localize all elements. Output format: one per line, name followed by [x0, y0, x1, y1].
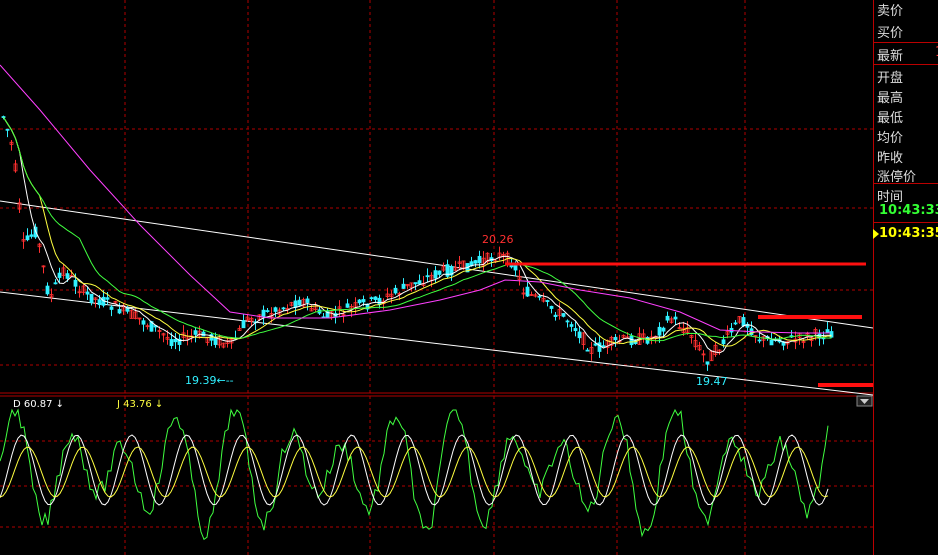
candle-body — [741, 317, 746, 327]
candle-body — [265, 310, 270, 312]
candle-body — [305, 298, 310, 303]
candle-body — [437, 270, 442, 275]
candle-body — [417, 280, 422, 285]
candle-body — [357, 299, 362, 304]
candle-body — [29, 234, 34, 237]
candle-body — [433, 270, 438, 279]
candle-body — [473, 260, 478, 264]
price-low-left-label: 19.39←-- — [185, 374, 234, 387]
candle-body — [425, 275, 430, 278]
candle-body — [601, 345, 606, 348]
quote-panel: 卖价 买价 最新1 开盘 最高 最低 均价 昨收 涨停价 时间 10:43:33… — [873, 0, 938, 555]
quote-row-sell: 卖价 — [877, 4, 904, 19]
kdj-j-label: J 43.76 ↓ — [116, 399, 163, 410]
quote-row-avg: 均价 — [877, 131, 904, 146]
candle-body — [345, 303, 350, 308]
quote-row-open: 开盘 — [877, 71, 904, 86]
candle-body — [73, 279, 78, 287]
candle-body — [597, 342, 602, 352]
quote-row-high: 最高 — [877, 91, 904, 106]
time-value-2: 10:43:35 — [879, 226, 938, 241]
candle-body — [613, 337, 618, 341]
candle-body — [273, 307, 278, 312]
candle-body — [25, 235, 30, 241]
candle-body — [733, 322, 738, 325]
candle-body — [297, 299, 302, 306]
candle-body — [593, 343, 598, 346]
collapse-button[interactable] — [856, 395, 873, 407]
candle-body — [201, 331, 206, 337]
candle-body — [369, 297, 374, 300]
candle-body — [569, 324, 574, 327]
candle-body — [377, 297, 382, 305]
candle-body — [393, 287, 398, 294]
candle-body — [549, 305, 554, 309]
candle-body — [373, 296, 378, 300]
candle-body — [561, 313, 566, 317]
candle-body — [109, 306, 114, 310]
price-high-label: 20.26 — [482, 233, 514, 246]
candle-body — [585, 349, 590, 352]
candle-body — [769, 339, 774, 346]
candle-body — [537, 295, 542, 298]
candle-body — [721, 339, 726, 345]
candle-body — [261, 309, 266, 318]
quote-row-prev-close: 昨收 — [877, 151, 904, 166]
candle-body — [105, 297, 110, 300]
candle-body — [565, 320, 570, 323]
time-value-1: 10:43:33 — [879, 203, 938, 218]
candle-body — [661, 327, 666, 332]
candle-body — [573, 328, 578, 332]
candle-body — [705, 361, 710, 365]
kdj-d-label: D 60.87 ↓ — [13, 399, 64, 410]
candle-body — [57, 272, 62, 278]
candle-body — [525, 286, 530, 297]
candle-body — [173, 338, 178, 343]
kdj-d-line — [0, 446, 829, 498]
price-chart[interactable]: 20.26 19.39←-- 19.47 D 60.87 ↓ J 43.76 ↓ — [0, 0, 873, 555]
candle-body — [545, 300, 550, 303]
candle-body — [757, 339, 762, 342]
candlesticks — [1, 115, 834, 371]
candle-body — [477, 255, 482, 264]
trend-line-lower — [0, 291, 873, 396]
candle-body — [85, 291, 90, 295]
kdj-indicator — [0, 408, 829, 541]
candle-body — [281, 307, 286, 310]
candle-body — [45, 285, 50, 295]
candle-body — [241, 320, 246, 329]
candle-body — [577, 331, 582, 339]
candle-body — [5, 128, 10, 131]
candle-body — [141, 320, 146, 325]
candle-body — [65, 273, 70, 279]
candle-body — [513, 265, 518, 271]
candle-body — [825, 329, 830, 334]
candle-body — [673, 316, 678, 320]
cursor-marker-icon — [873, 229, 879, 239]
candle-body — [629, 335, 634, 346]
candle-body — [89, 293, 94, 303]
candle-body — [665, 315, 670, 321]
candle-body — [401, 283, 406, 289]
candle-body — [117, 309, 122, 314]
ma5-line — [3, 117, 832, 354]
kdj-j-line — [0, 408, 829, 541]
candle-body — [53, 282, 58, 285]
quote-row-low: 最低 — [877, 111, 904, 126]
candle-body — [657, 326, 662, 336]
candle-body — [293, 300, 298, 308]
candle-body — [169, 339, 174, 347]
quote-row-latest: 最新1 — [877, 45, 938, 64]
candle-body — [193, 330, 198, 335]
trend-lines — [0, 200, 873, 396]
price-low-right-label: 19.47 — [696, 375, 728, 388]
candle-body — [361, 299, 366, 303]
candle-body — [97, 299, 102, 306]
quote-row-buy: 买价 — [877, 26, 904, 41]
candle-body — [413, 282, 418, 285]
candle-body — [553, 314, 558, 317]
